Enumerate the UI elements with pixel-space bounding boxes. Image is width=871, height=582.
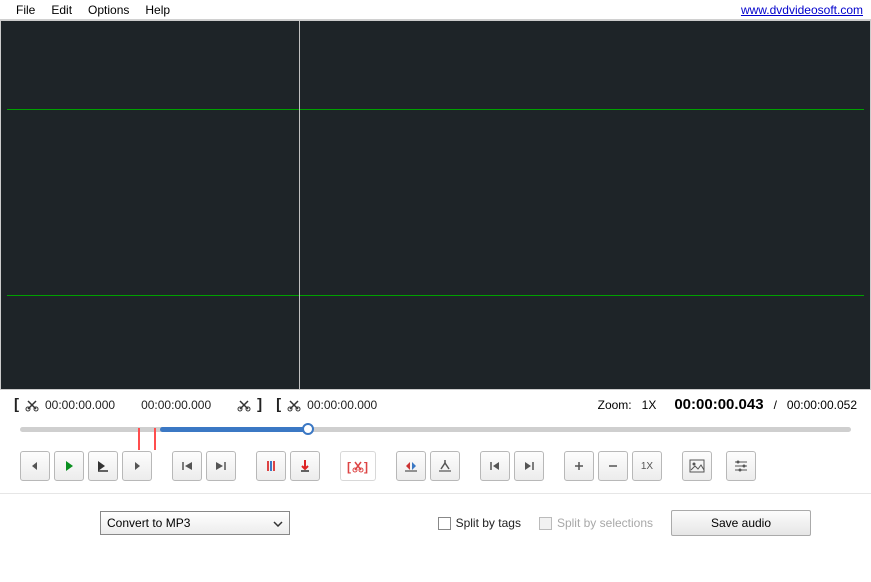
scissors-icon xyxy=(25,398,39,412)
checkbox-box xyxy=(539,517,552,530)
marker-1[interactable] xyxy=(138,428,140,450)
split-by-tags-checkbox[interactable]: Split by tags xyxy=(438,516,521,530)
selection-duration-time: 00:00:00.000 xyxy=(141,398,211,412)
selection-duration-group: 00:00:00.000 xyxy=(141,398,211,412)
waveform-channel-1 xyxy=(7,109,864,110)
format-combo-value: Convert to MP3 xyxy=(107,516,190,530)
trim-start-button[interactable] xyxy=(396,451,426,481)
svg-text:]: ] xyxy=(364,460,368,474)
format-combo[interactable]: Convert to MP3 xyxy=(100,511,290,535)
playhead-handle[interactable] xyxy=(302,423,314,435)
playhead-cursor xyxy=(299,21,300,389)
bracket-open-icon: [ xyxy=(14,396,19,413)
zoom-value: 1X xyxy=(642,398,657,412)
current-time: 00:00:00.043 xyxy=(674,396,763,413)
bracket-open-icon: [ xyxy=(276,396,281,413)
zoom-out-button[interactable] xyxy=(598,451,628,481)
skip-forward-button[interactable] xyxy=(122,451,152,481)
go-end-button[interactable] xyxy=(514,451,544,481)
cover-art-button[interactable] xyxy=(682,451,712,481)
zoom-in-button[interactable] xyxy=(564,451,594,481)
cut-selection-button[interactable]: [] xyxy=(340,451,376,481)
time-separator: / xyxy=(774,398,777,412)
scissors-icon xyxy=(237,398,251,412)
set-markers-button[interactable] xyxy=(256,451,286,481)
checkbox-box xyxy=(438,517,451,530)
selection-new-group: [ 00:00:00.000 xyxy=(276,396,377,413)
next-marker-button[interactable] xyxy=(206,451,236,481)
split-by-selections-label: Split by selections xyxy=(557,516,653,530)
selection-start-group: [ 00:00:00.000 xyxy=(14,396,115,413)
save-audio-button[interactable]: Save audio xyxy=(671,510,811,536)
play-button[interactable] xyxy=(54,451,84,481)
menu-help[interactable]: Help xyxy=(137,1,178,19)
selection-end-group: ] xyxy=(237,396,262,413)
skip-back-button[interactable] xyxy=(20,451,50,481)
selection-range xyxy=(160,427,308,432)
prev-marker-button[interactable] xyxy=(172,451,202,481)
selection-new-time: 00:00:00.000 xyxy=(307,398,377,412)
go-start-button[interactable] xyxy=(480,451,510,481)
menu-edit[interactable]: Edit xyxy=(43,1,80,19)
zoom-1x-label: 1X xyxy=(641,461,653,472)
split-by-selections-checkbox: Split by selections xyxy=(539,516,653,530)
selection-start-time: 00:00:00.000 xyxy=(45,398,115,412)
split-by-tags-label: Split by tags xyxy=(456,516,521,530)
waveform-view[interactable] xyxy=(0,20,871,390)
timeline-slider[interactable] xyxy=(0,415,871,445)
save-audio-label: Save audio xyxy=(711,516,771,530)
settings-button[interactable] xyxy=(726,451,756,481)
svg-text:[: [ xyxy=(347,460,351,474)
bracket-close-icon: ] xyxy=(257,396,262,413)
zoom-reset-button[interactable]: 1X xyxy=(632,451,662,481)
trim-end-button[interactable] xyxy=(430,451,460,481)
website-link[interactable]: www.dvdvideosoft.com xyxy=(741,3,863,17)
menu-options[interactable]: Options xyxy=(80,1,137,19)
total-time: 00:00:00.052 xyxy=(787,398,857,412)
waveform-channel-2 xyxy=(7,295,864,296)
marker-2[interactable] xyxy=(154,428,156,450)
play-selection-button[interactable] xyxy=(88,451,118,481)
download-marker-button[interactable] xyxy=(290,451,320,481)
chevron-down-icon xyxy=(273,516,283,530)
menu-file[interactable]: File xyxy=(8,1,43,19)
zoom-label: Zoom: xyxy=(598,398,632,412)
scissors-icon xyxy=(287,398,301,412)
